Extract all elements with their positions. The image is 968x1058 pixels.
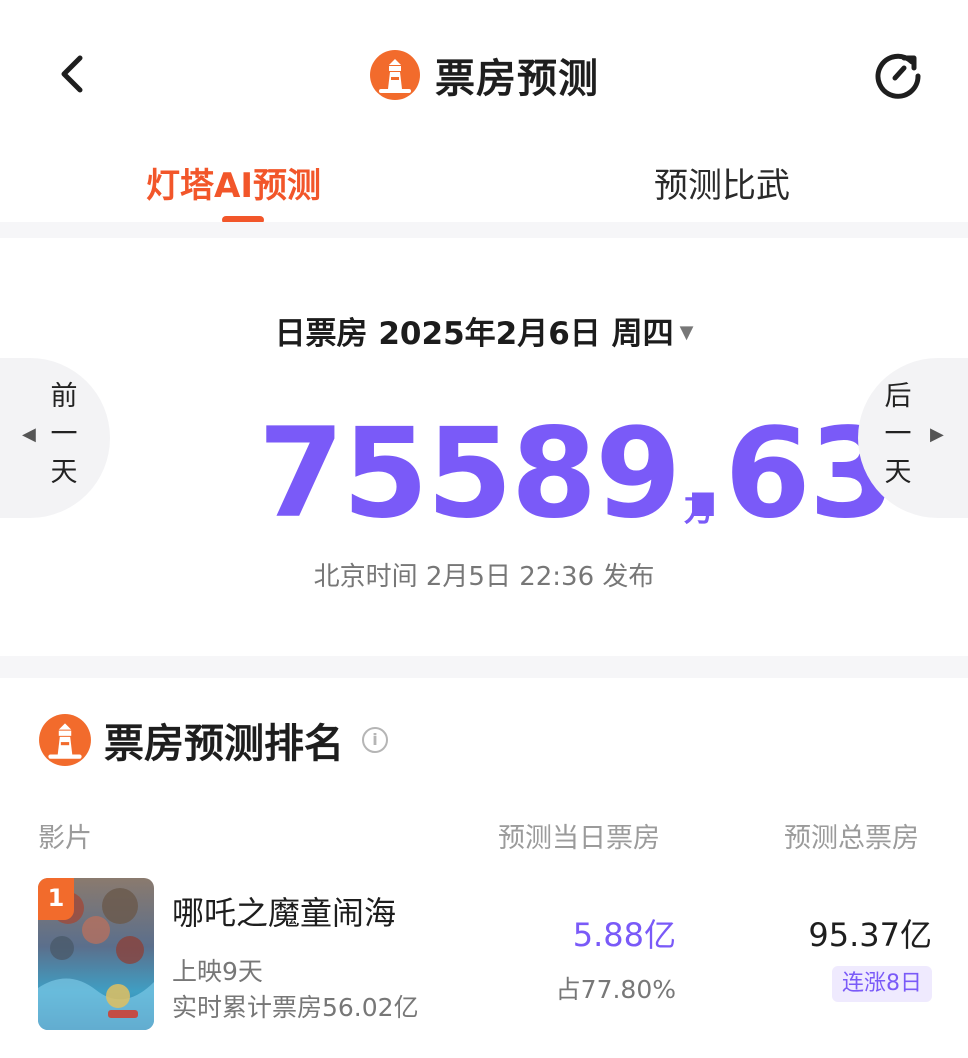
daily-box-office-panel: 日票房 2025年2月6日 周四 ▼ ◀ 前 一 天 75589.63 万 后 一… bbox=[0, 238, 968, 656]
lighthouse-logo-icon bbox=[370, 50, 420, 100]
divider bbox=[0, 656, 968, 678]
next-day-char: 一 bbox=[884, 419, 912, 450]
predicted-total-box-office: 95.37亿 bbox=[808, 916, 932, 954]
ranking-header: 票房预测排名 i bbox=[38, 708, 388, 772]
lighthouse-logo-icon bbox=[39, 714, 91, 766]
refresh-icon bbox=[875, 53, 921, 99]
tab-bar: 灯塔AI预测 预测比武 bbox=[0, 140, 968, 224]
tab-forecast-contest[interactable]: 预测比武 bbox=[654, 158, 790, 207]
movie-row[interactable]: 1 哪吒之魔童闹海 上映9天 实时累计票房56.02亿 5.88亿 占77.80… bbox=[0, 874, 968, 1034]
box-office-amount: 75589.63 bbox=[258, 402, 895, 546]
arrow-right-icon: ▶ bbox=[930, 424, 944, 445]
caret-down-icon: ▼ bbox=[679, 322, 694, 343]
movie-release-days: 上映9天 bbox=[172, 957, 263, 986]
column-header-total-forecast: 预测总票房 bbox=[784, 823, 919, 854]
next-day-char: 天 bbox=[884, 457, 912, 488]
previous-day-button[interactable]: ◀ 前 一 天 bbox=[0, 358, 110, 518]
refresh-button[interactable] bbox=[868, 44, 928, 104]
predicted-day-box-office: 5.88亿 bbox=[572, 916, 676, 954]
rank-badge: 1 bbox=[38, 878, 74, 920]
box-office-unit: 万 bbox=[684, 494, 714, 529]
ranking-title: 票房预测排名 bbox=[104, 721, 344, 767]
ranking-section: 票房预测排名 i 影片 预测当日票房 预测总票房 1 哪吒之魔童闹海 上映9天 … bbox=[0, 678, 968, 1058]
movie-cumulative-box-office: 实时累计票房56.02亿 bbox=[172, 993, 419, 1022]
app-header: 票房预测 bbox=[0, 0, 968, 140]
previous-day-label: 前 一 天 bbox=[44, 378, 84, 492]
predicted-share: 占77.80% bbox=[555, 975, 676, 1004]
column-header-film: 影片 bbox=[38, 823, 92, 854]
publish-time: 北京时间 2月5日 22:36 发布 bbox=[313, 562, 655, 592]
info-icon[interactable]: i bbox=[362, 727, 388, 753]
divider bbox=[0, 222, 968, 238]
movie-title: 哪吒之魔童闹海 bbox=[172, 894, 397, 932]
previous-day-char: 一 bbox=[50, 419, 78, 450]
page-title-group: 票房预测 bbox=[0, 40, 968, 110]
next-day-char: 后 bbox=[884, 381, 912, 412]
column-header-day-forecast: 预测当日票房 bbox=[498, 823, 660, 854]
tab-ai-forecast[interactable]: 灯塔AI预测 bbox=[146, 158, 321, 207]
previous-day-char: 天 bbox=[50, 457, 78, 488]
previous-day-char: 前 bbox=[50, 381, 78, 412]
date-label: 日票房 2025年2月6日 周四 bbox=[274, 316, 674, 352]
arrow-left-icon: ◀ bbox=[22, 424, 36, 445]
streak-badge: 连涨8日 bbox=[832, 966, 932, 1002]
date-selector[interactable]: 日票房 2025年2月6日 周四 ▼ bbox=[0, 308, 968, 353]
page-title: 票房预测 bbox=[435, 56, 599, 102]
next-day-label: 后 一 天 bbox=[878, 378, 918, 492]
